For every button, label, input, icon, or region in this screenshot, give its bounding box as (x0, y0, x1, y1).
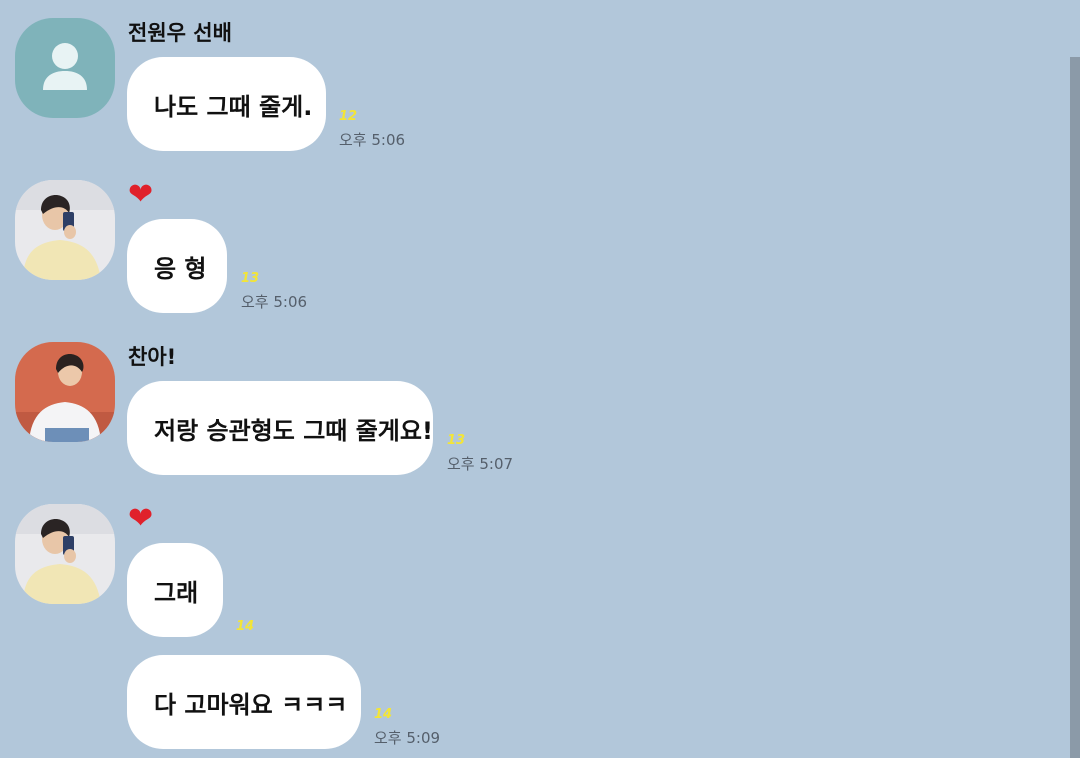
message-bubble[interactable]: 응 형 (127, 219, 227, 313)
sender-avatar[interactable] (15, 504, 115, 604)
message-text: 다 고마워요 ㅋㅋㅋ (154, 690, 348, 719)
sender-avatar[interactable] (15, 180, 115, 280)
message-time: 오후 5:09 (374, 729, 441, 747)
sender-avatar[interactable] (15, 18, 115, 118)
profile-photo (15, 180, 115, 280)
unread-count: 13 (241, 271, 260, 286)
unread-count: 13 (447, 433, 466, 448)
message-bubble[interactable]: 저랑 승관형도 그때 줄게요! (127, 381, 433, 475)
sender-avatar[interactable] (15, 342, 115, 442)
heart-icon: ❤ (128, 177, 154, 212)
message-time: 오후 5:06 (339, 131, 406, 149)
message-text: 응 형 (154, 254, 207, 283)
message-time: 오후 5:06 (241, 293, 308, 311)
profile-photo (15, 504, 115, 604)
message-text: 저랑 승관형도 그때 줄게요! (154, 416, 433, 445)
default-person-icon (43, 43, 87, 90)
message-bubble[interactable]: 다 고마워요 ㅋㅋㅋ (127, 655, 361, 749)
message-bubble[interactable]: 나도 그때 줄게. (127, 57, 326, 151)
scrollbar[interactable] (1070, 57, 1080, 758)
heart-icon: ❤ (128, 501, 154, 536)
unread-count: 14 (374, 707, 393, 722)
message-time: 오후 5:07 (447, 455, 514, 473)
message-bubble[interactable]: 그래 (127, 543, 223, 637)
profile-photo (15, 342, 115, 442)
message-text: 그래 (154, 578, 199, 607)
sender-name: 찬아! (128, 345, 177, 369)
chat-message-list[interactable]: 전원우 선배 나도 그때 줄게. 12 오후 5:06 ❤ 응 형 13 오후 … (0, 0, 1070, 758)
sender-name: 전원우 선배 (128, 21, 232, 45)
message-text: 나도 그때 줄게. (154, 92, 313, 121)
unread-count: 12 (339, 109, 358, 124)
unread-count: 14 (236, 619, 255, 634)
